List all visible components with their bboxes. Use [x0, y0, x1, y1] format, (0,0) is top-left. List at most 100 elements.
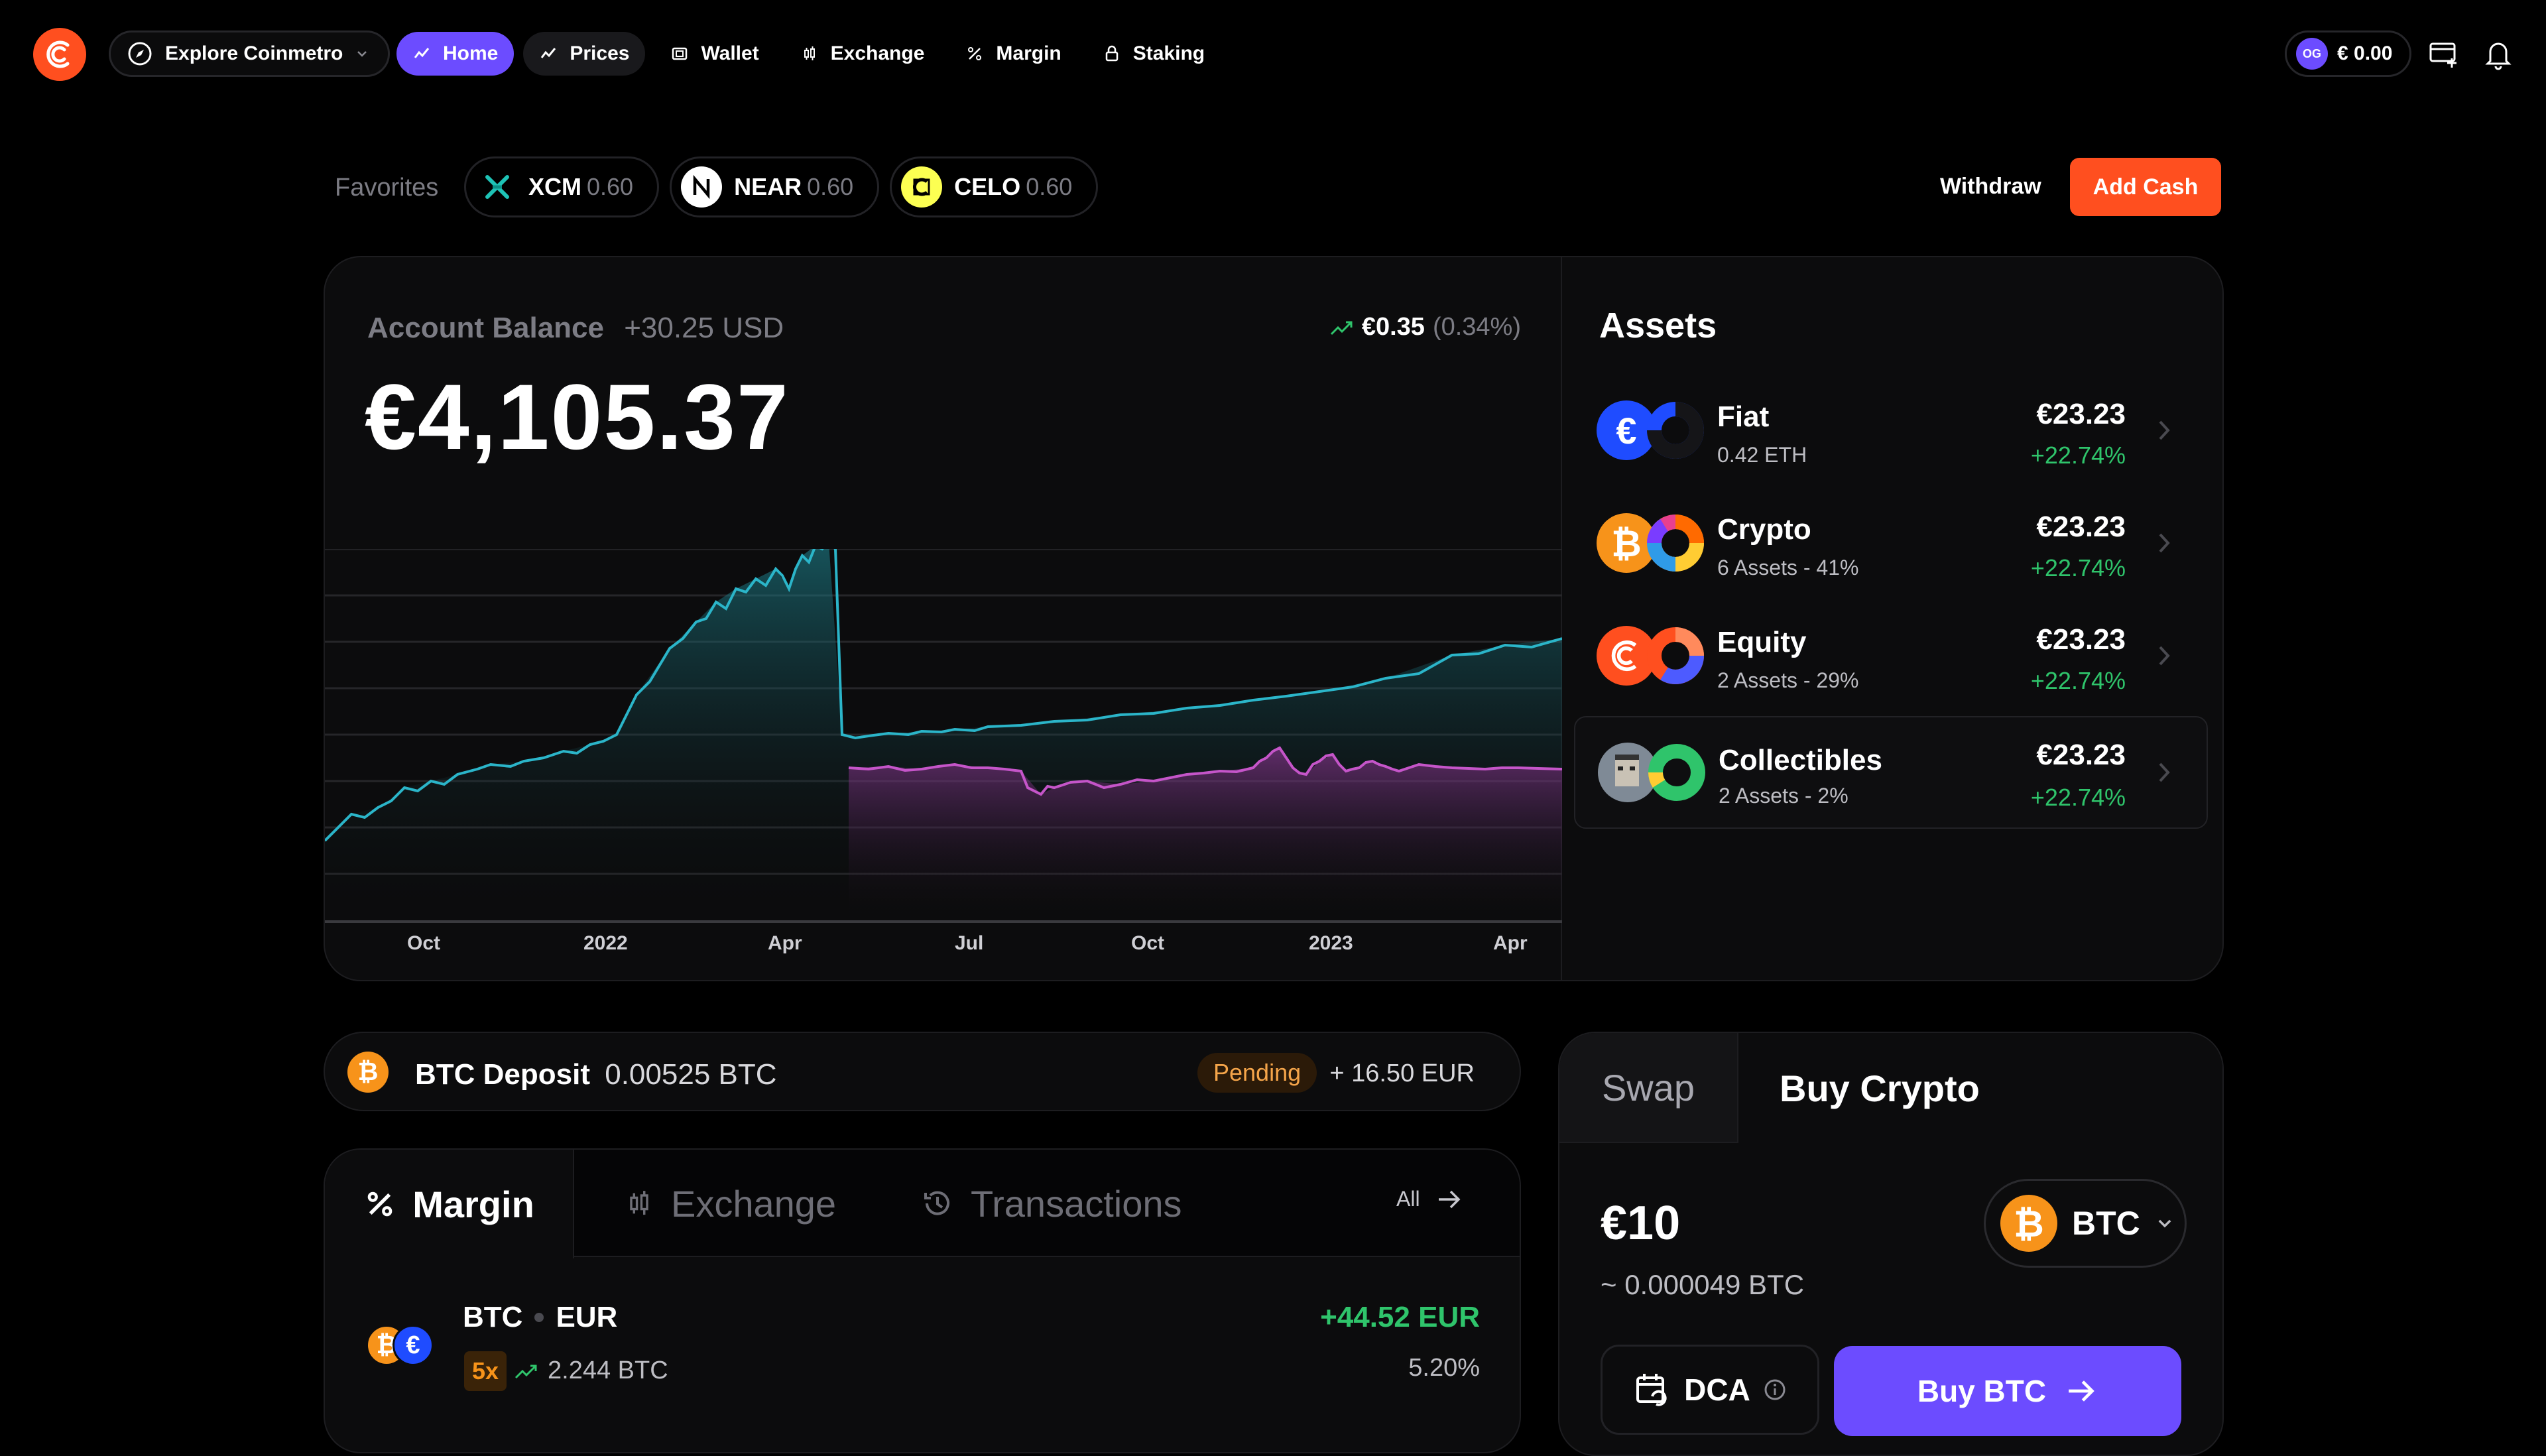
wallet-balance-button[interactable]: OG € 0.00: [2285, 30, 2412, 77]
x-tick: 2023: [1309, 932, 1353, 954]
main-nav: Home Prices Wallet Exchange Margin Staki…: [396, 32, 1221, 76]
logo-mark-icon: [46, 40, 70, 68]
bitcoin-icon: ₿: [347, 1052, 389, 1093]
add-cash-button[interactable]: Add Cash: [2070, 158, 2221, 216]
nav-label: Wallet: [701, 42, 759, 64]
tab-transactions[interactable]: Transactions: [920, 1150, 1182, 1257]
asset-sub: 2 Assets - 2%: [1719, 784, 1849, 808]
nav-item-margin[interactable]: Margin: [949, 32, 1077, 76]
favorite-value: 0.60: [1026, 173, 1073, 200]
x-tick: Oct: [407, 932, 441, 954]
asset-row-collectibles[interactable]: Collectibles 2 Assets - 2% €23.23 +22.74…: [1574, 716, 2208, 829]
change-value: €0.35: [1361, 313, 1425, 341]
buy-amount-input[interactable]: €10: [1601, 1196, 1680, 1250]
asset-name: Equity: [1717, 626, 1807, 658]
history-icon: [920, 1186, 955, 1221]
tab-buy-crypto[interactable]: Buy Crypto: [1738, 1033, 2222, 1143]
calendar-repeat-icon: [1634, 1371, 1671, 1408]
add-card-icon[interactable]: [2428, 38, 2460, 70]
near-icon: [681, 166, 723, 208]
asset-change: +22.74%: [2030, 554, 2126, 581]
asset-select-value: BTC: [2072, 1205, 2140, 1242]
allocation-ring-icon: [1647, 515, 1704, 572]
euro-icon: €: [393, 1325, 434, 1366]
view-all-link[interactable]: All: [1396, 1187, 1463, 1211]
trend-up-icon: [1330, 318, 1354, 337]
buy-btc-button[interactable]: Buy BTC: [1834, 1346, 2181, 1436]
withdraw-button[interactable]: Withdraw: [1940, 174, 2041, 200]
favorite-xcm[interactable]: XCM 0.60: [464, 156, 660, 217]
portfolio-card: Account Balance +30.25 USD €4,105.37 €0.…: [324, 256, 2224, 981]
tab-margin[interactable]: Margin: [325, 1150, 574, 1258]
chevron-right-icon: [2159, 533, 2170, 553]
nav-item-exchange[interactable]: Exchange: [784, 32, 941, 76]
nav-label: Margin: [996, 42, 1061, 64]
wallet-icon: [670, 44, 689, 63]
nav-label: Staking: [1132, 42, 1205, 64]
allocation-ring-icon: [1647, 402, 1704, 459]
nav-item-prices[interactable]: Prices: [523, 32, 646, 76]
balance-amount: €4,105.37: [365, 365, 790, 469]
deposit-amount: 0.00525 BTC: [605, 1058, 777, 1091]
asset-sub: 2 Assets - 29%: [1717, 668, 1859, 692]
asset-change: +22.74%: [2030, 784, 2126, 811]
dca-label: DCA: [1684, 1372, 1750, 1407]
balance-change: €0.35 (0.34%): [1330, 313, 1521, 341]
nav-label: Exchange: [830, 42, 925, 64]
bitcoin-icon: ₿: [2000, 1195, 2057, 1252]
nav-label: Prices: [570, 42, 630, 64]
positions-card: Margin Exchange Transactions All ₿ € BTC…: [324, 1148, 1521, 1453]
explore-label: Explore Coinmetro: [165, 42, 343, 64]
x-tick: Oct: [1131, 932, 1165, 954]
chevron-right-icon: [2159, 646, 2170, 666]
position-size: 2.244 BTC: [515, 1357, 668, 1385]
deposit-notification[interactable]: ₿ BTC Deposit 0.00525 BTC Pending + 16.5…: [324, 1032, 1521, 1111]
asset-value: €23.23: [2036, 511, 2126, 543]
arrow-right-icon: [2065, 1378, 2098, 1404]
coinmetro-logo[interactable]: [33, 28, 86, 81]
asset-change: +22.74%: [2030, 442, 2126, 469]
buy-button-label: Buy BTC: [1917, 1374, 2047, 1408]
status-badge: Pending: [1197, 1053, 1317, 1093]
asset-value: €23.23: [2036, 623, 2126, 656]
pair-base: BTC: [463, 1301, 523, 1333]
x-tick: Jul: [955, 932, 984, 954]
favorite-value: 0.60: [807, 173, 854, 200]
nav-item-wallet[interactable]: Wallet: [654, 32, 774, 76]
balance-panel: Account Balance +30.25 USD €4,105.37 €0.…: [325, 257, 1562, 980]
favorite-symbol: XCM: [528, 173, 581, 200]
xcm-icon: [478, 168, 516, 206]
explore-coinmetro-dropdown[interactable]: Explore Coinmetro: [109, 30, 391, 77]
compass-icon: [127, 40, 153, 67]
favorite-value: 0.60: [587, 173, 634, 200]
nav-item-staking[interactable]: Staking: [1087, 32, 1221, 76]
pair-label: BTC EUR: [463, 1301, 617, 1334]
info-icon[interactable]: [1764, 1378, 1786, 1401]
position-pnl: +44.52 EUR: [1320, 1301, 1480, 1333]
lock-icon: [1103, 44, 1121, 63]
asset-name: Crypto: [1717, 513, 1811, 546]
asset-select[interactable]: ₿ BTC: [1984, 1179, 2187, 1268]
dca-button[interactable]: DCA: [1601, 1345, 1819, 1435]
nav-item-home[interactable]: Home: [396, 32, 515, 76]
position-row[interactable]: ₿ € BTC EUR 5x 2.244 BTC +44.52 EUR 5.20…: [325, 1282, 1520, 1428]
position-pnl-pct: 5.20%: [1408, 1354, 1480, 1382]
tab-label: Exchange: [671, 1182, 837, 1225]
celo-icon: [901, 166, 943, 208]
chevron-down-icon: [355, 46, 369, 61]
balance-header: Account Balance +30.25 USD: [367, 312, 784, 345]
asset-sub: 6 Assets - 41%: [1717, 556, 1859, 579]
arrow-right-icon: [1436, 1188, 1463, 1211]
asset-value: €23.23: [2036, 398, 2126, 430]
percent-icon: [363, 1187, 396, 1221]
favorite-celo[interactable]: CELO 0.60: [890, 156, 1099, 217]
asset-row-fiat[interactable]: € Fiat 0.42 ETH €23.23 +22.74%: [1574, 379, 2208, 483]
bell-icon[interactable]: [2484, 38, 2513, 70]
asset-row-crypto[interactable]: ₿ Crypto 6 Assets - 41% €23.23 +22.74%: [1574, 492, 2208, 595]
asset-row-equity[interactable]: Equity 2 Assets - 29% €23.23 +22.74%: [1574, 605, 2208, 708]
balance-delta-usd: +30.25 USD: [624, 312, 784, 344]
tab-exchange[interactable]: Exchange: [623, 1150, 836, 1257]
tab-swap[interactable]: Swap: [1559, 1033, 1738, 1143]
favorite-near[interactable]: NEAR 0.60: [670, 156, 880, 217]
allocation-ring-icon: [1647, 627, 1704, 684]
